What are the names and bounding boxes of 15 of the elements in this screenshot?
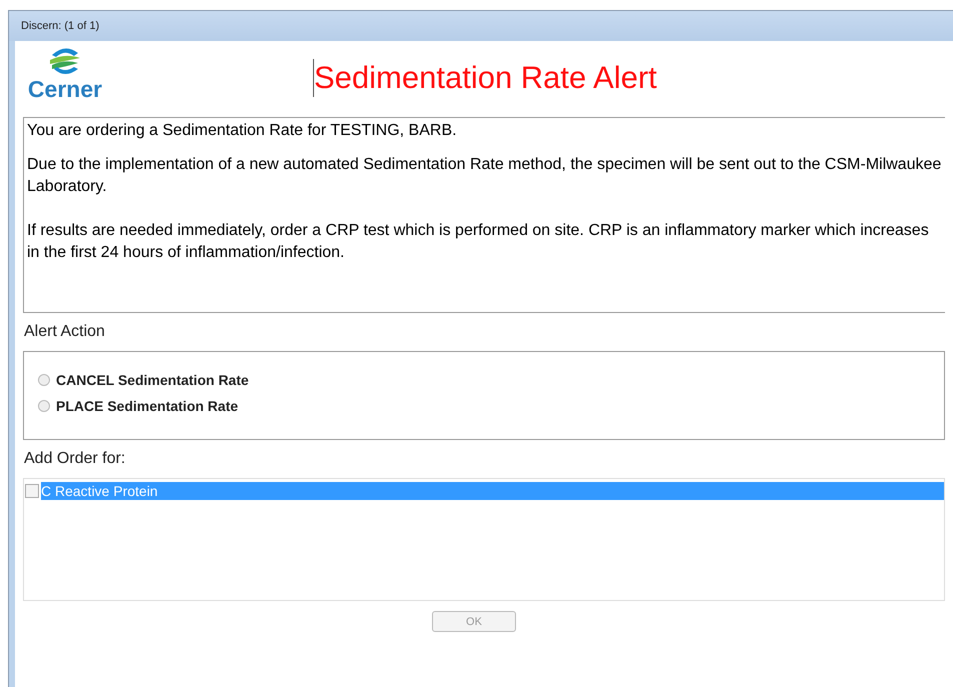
radio-option[interactable]: CANCEL Sedimentation Rate	[38, 372, 930, 388]
logo-text: Cerner	[28, 77, 102, 101]
message-paragraph: If results are needed immediately, order a CRP test which is performed on site. CRP is an inflammatory marker which increases in the first 24 hours of inflammation/infection.	[27, 221, 930, 263]
section-label: Add Order for:	[24, 450, 126, 468]
option-label: PLACE Sedimentation Rate	[56, 398, 238, 414]
message-paragraph: You are ordering a Sedimentation Rate for TESTING, BARB.	[27, 121, 458, 141]
checkbox[interactable]	[25, 484, 39, 498]
option-label: CANCEL Sedimentation Rate	[56, 372, 249, 388]
radio-option[interactable]: PLACE Sedimentation Rate	[38, 398, 930, 414]
message-paragraph: Due to the implementation of a new automated Sedimentation Rate method, the specimen will be sent out to the CSM-Milwaukee Laboratory.	[27, 155, 942, 197]
window-title: Discern: (1 of 1)	[21, 20, 100, 32]
alert-heading: Sedimentation Rate Alert	[314, 59, 657, 97]
section-label: Alert Action	[24, 323, 106, 341]
radio-button[interactable]	[38, 374, 50, 386]
radio-button[interactable]	[38, 400, 50, 412]
